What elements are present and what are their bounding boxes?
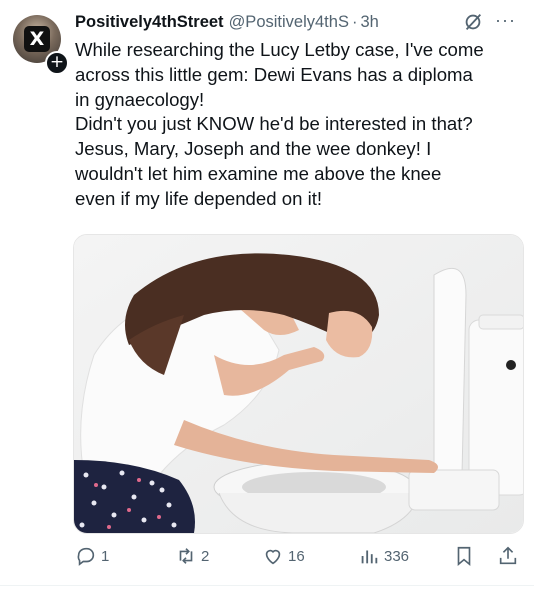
like-count: 16 <box>288 547 305 565</box>
tweet-text-line: across this little gem: Dewi Evans has a… <box>75 63 473 85</box>
tweet-text-line: While researching the Lucy Letby case, I… <box>75 39 484 60</box>
tweet-text-line: wouldn't let him examine me above the kn… <box>75 162 442 184</box>
x-logo-icon: X <box>24 26 50 52</box>
tweet-text-line: Jesus, Mary, Joseph and the wee donkey! … <box>75 138 432 160</box>
share-button[interactable] <box>497 545 519 567</box>
tweet-text-line: in gynaecology! <box>75 88 205 110</box>
views-count: 336 <box>384 547 410 565</box>
tweet-text-line: Didn't you just KNOW he'd be interested … <box>75 113 473 135</box>
bookmark-icon <box>457 546 471 567</box>
reply-icon <box>77 547 95 566</box>
tweet-timestamp[interactable]: 3h <box>360 13 378 32</box>
repost-icon <box>179 548 193 564</box>
tweet-header: Positively4thStreet @Positively4thS · 3h <box>75 13 379 35</box>
like-button[interactable]: 16 <box>262 545 305 567</box>
author-handle[interactable]: @Positively4thS <box>229 13 349 32</box>
more-options-icon[interactable]: ··· <box>495 10 516 31</box>
heart-icon <box>265 549 281 565</box>
follow-button[interactable]: + <box>45 51 69 75</box>
header-separator: · <box>351 13 358 31</box>
repost-count: 2 <box>201 547 210 565</box>
reply-count: 1 <box>101 547 110 565</box>
author-name[interactable]: Positively4thStreet <box>75 13 224 32</box>
bookmark-button[interactable] <box>453 545 475 567</box>
views-button[interactable]: 336 <box>358 545 409 567</box>
photo-image <box>74 235 523 533</box>
tweet-media-photo[interactable] <box>73 234 524 534</box>
views-chart-icon <box>361 550 378 564</box>
grok-icon[interactable] <box>462 11 484 33</box>
tweet-divider <box>0 585 534 586</box>
repost-button[interactable]: 2 <box>175 545 209 567</box>
share-icon <box>499 546 517 565</box>
tweet-actions-bar: 1 2 16 336 <box>75 541 525 571</box>
tweet-text-line: even if my life depended on it! <box>75 187 323 209</box>
tweet-text: While researching the Lucy Letby case, I… <box>75 38 525 212</box>
reply-button[interactable]: 1 <box>75 545 109 567</box>
